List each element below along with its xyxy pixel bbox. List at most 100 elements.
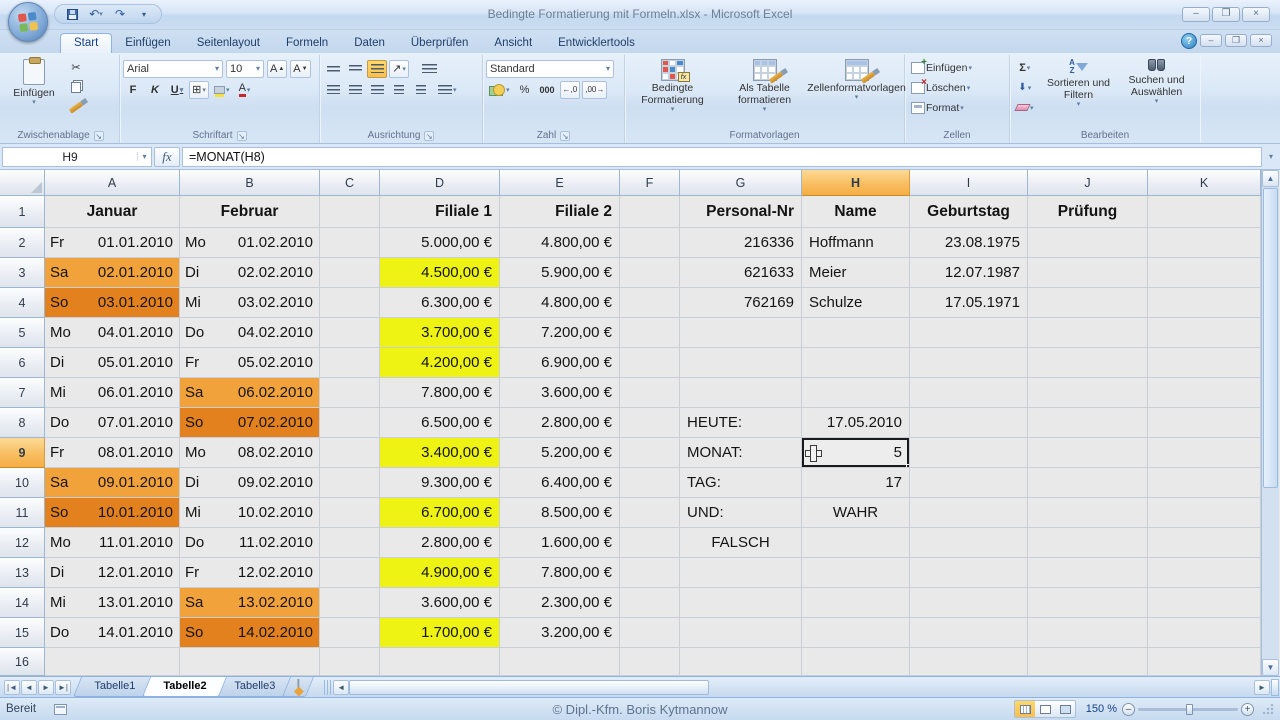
- cell-D14[interactable]: 3.600,00 €: [380, 588, 500, 618]
- cell-K9[interactable]: [1148, 438, 1261, 468]
- cell-H8[interactable]: 17.05.2010: [802, 408, 910, 438]
- cell-B13[interactable]: Fr12.02.2010: [180, 558, 320, 588]
- cell-G16[interactable]: [680, 648, 802, 676]
- cell-H3[interactable]: Meier: [802, 258, 910, 288]
- row-header-3[interactable]: 3: [0, 258, 45, 288]
- cell-J15[interactable]: [1028, 618, 1148, 648]
- merge-center-button[interactable]: ▾: [435, 81, 460, 99]
- cell-K6[interactable]: [1148, 348, 1261, 378]
- cell-F16[interactable]: [620, 648, 680, 676]
- cell-J6[interactable]: [1028, 348, 1148, 378]
- row-header-8[interactable]: 8: [0, 408, 45, 438]
- cell-H13[interactable]: [802, 558, 910, 588]
- cell-C2[interactable]: [320, 228, 380, 258]
- cell-E15[interactable]: 3.200,00 €: [500, 618, 620, 648]
- horizontal-scroll-thumb[interactable]: [349, 680, 709, 695]
- cell-J16[interactable]: [1028, 648, 1148, 676]
- page-layout-view-button[interactable]: [1035, 701, 1055, 717]
- minimize-button[interactable]: –: [1182, 7, 1210, 22]
- workbook-restore-button[interactable]: ❐: [1225, 34, 1247, 47]
- zoom-in-icon[interactable]: +: [1241, 703, 1254, 716]
- cell-I9[interactable]: [910, 438, 1028, 468]
- col-header-B[interactable]: B: [180, 170, 320, 196]
- cell-F9[interactable]: [620, 438, 680, 468]
- font-color-button[interactable]: A▾: [235, 81, 255, 99]
- cell-E8[interactable]: 2.800,00 €: [500, 408, 620, 438]
- font-name-combo[interactable]: Arial▾: [123, 60, 223, 78]
- cell-A15[interactable]: Do14.01.2010: [45, 618, 180, 648]
- tab-split-handle[interactable]: [324, 680, 331, 695]
- cell-F3[interactable]: [620, 258, 680, 288]
- cell-J4[interactable]: [1028, 288, 1148, 318]
- cell-H1[interactable]: Name: [802, 196, 910, 228]
- fill-button[interactable]: ⬇▾: [1013, 79, 1037, 97]
- format-cells-button[interactable]: Format▾: [908, 99, 967, 117]
- cell-J1[interactable]: Prüfung: [1028, 196, 1148, 228]
- col-header-G[interactable]: G: [680, 170, 802, 196]
- cell-K11[interactable]: [1148, 498, 1261, 528]
- maximize-button[interactable]: ❐: [1212, 7, 1240, 22]
- font-dialog-launcher[interactable]: ↘: [237, 131, 247, 141]
- cell-F8[interactable]: [620, 408, 680, 438]
- cell-J2[interactable]: [1028, 228, 1148, 258]
- cell-D4[interactable]: 6.300,00 €: [380, 288, 500, 318]
- cell-A16[interactable]: [45, 648, 180, 676]
- name-box-dropdown-icon[interactable]: ▾: [137, 152, 151, 161]
- cell-I3[interactable]: 12.07.1987: [910, 258, 1028, 288]
- cell-C13[interactable]: [320, 558, 380, 588]
- row-header-13[interactable]: 13: [0, 558, 45, 588]
- cell-H7[interactable]: [802, 378, 910, 408]
- paste-button[interactable]: Einfügen▾: [5, 57, 63, 109]
- cell-H14[interactable]: [802, 588, 910, 618]
- format-painter-button[interactable]: [66, 99, 86, 117]
- cell-I14[interactable]: [910, 588, 1028, 618]
- cell-C4[interactable]: [320, 288, 380, 318]
- ribbon-tab-seitenlayout[interactable]: Seitenlayout: [184, 34, 273, 53]
- row-header-1[interactable]: 1: [0, 196, 45, 228]
- italic-button[interactable]: K: [145, 81, 165, 99]
- workbook-minimize-button[interactable]: –: [1200, 34, 1222, 47]
- cell-F5[interactable]: [620, 318, 680, 348]
- number-dialog-launcher[interactable]: ↘: [560, 131, 570, 141]
- cell-B15[interactable]: So14.02.2010: [180, 618, 320, 648]
- cell-B6[interactable]: Fr05.02.2010: [180, 348, 320, 378]
- cell-B14[interactable]: Sa13.02.2010: [180, 588, 320, 618]
- col-header-E[interactable]: E: [500, 170, 620, 196]
- col-header-D[interactable]: D: [380, 170, 500, 196]
- align-left-button[interactable]: [323, 81, 343, 99]
- cell-E4[interactable]: 4.800,00 €: [500, 288, 620, 318]
- cell-B2[interactable]: Mo01.02.2010: [180, 228, 320, 258]
- cell-E13[interactable]: 7.800,00 €: [500, 558, 620, 588]
- cell-J14[interactable]: [1028, 588, 1148, 618]
- cell-G12[interactable]: FALSCH: [680, 528, 802, 558]
- row-header-4[interactable]: 4: [0, 288, 45, 318]
- cell-G14[interactable]: [680, 588, 802, 618]
- save-button[interactable]: [63, 6, 81, 22]
- cell-B10[interactable]: Di09.02.2010: [180, 468, 320, 498]
- row-header-7[interactable]: 7: [0, 378, 45, 408]
- cell-C15[interactable]: [320, 618, 380, 648]
- cell-G2[interactable]: 216336: [680, 228, 802, 258]
- ribbon-tab-ansicht[interactable]: Ansicht: [481, 34, 545, 53]
- col-header-J[interactable]: J: [1028, 170, 1148, 196]
- qat-customize-button[interactable]: ▾: [135, 6, 153, 22]
- ribbon-tab-start[interactable]: Start: [60, 33, 112, 53]
- percent-button[interactable]: %: [515, 81, 535, 99]
- align-bottom-button[interactable]: [367, 60, 387, 78]
- cell-J10[interactable]: [1028, 468, 1148, 498]
- cell-K7[interactable]: [1148, 378, 1261, 408]
- ribbon-tab-überprüfen[interactable]: Überprüfen: [398, 34, 482, 53]
- cell-F14[interactable]: [620, 588, 680, 618]
- cell-K16[interactable]: [1148, 648, 1261, 676]
- wrap-text-button[interactable]: [419, 60, 440, 78]
- cell-E10[interactable]: 6.400,00 €: [500, 468, 620, 498]
- zoom-slider-thumb[interactable]: [1186, 704, 1193, 715]
- cell-F15[interactable]: [620, 618, 680, 648]
- first-sheet-button[interactable]: |◄: [4, 680, 20, 695]
- normal-view-button[interactable]: [1015, 701, 1035, 717]
- cell-D7[interactable]: 7.800,00 €: [380, 378, 500, 408]
- cell-G6[interactable]: [680, 348, 802, 378]
- cell-A4[interactable]: So03.01.2010: [45, 288, 180, 318]
- find-select-button[interactable]: Suchen und Auswählen▾: [1121, 57, 1193, 108]
- col-header-I[interactable]: I: [910, 170, 1028, 196]
